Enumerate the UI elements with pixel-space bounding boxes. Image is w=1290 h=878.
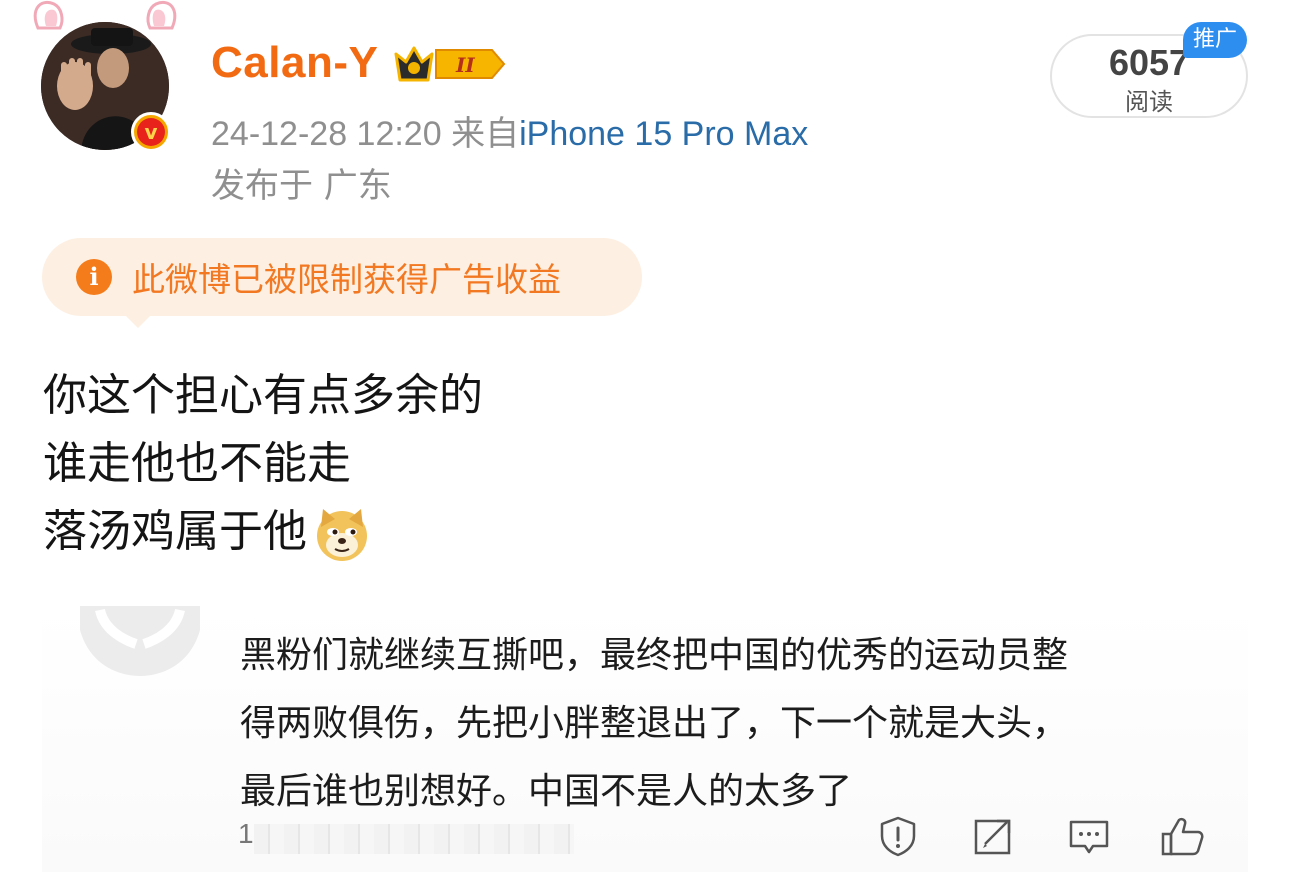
comment-line: 黑粉们就继续互撕吧，最终把中国的优秀的运动员整 (240, 635, 1069, 676)
post-location: 发布于 广东 (211, 166, 392, 206)
comment-icon (1069, 820, 1109, 854)
post-line: 落汤鸡属于他 (43, 498, 483, 566)
repost-button[interactable] (971, 814, 1015, 858)
member-level: II (455, 53, 475, 77)
verified-v-icon: v (137, 118, 165, 146)
doge-emoji-icon (317, 509, 367, 561)
like-button[interactable] (1160, 814, 1204, 858)
blurred-footer (254, 824, 574, 854)
promote-button[interactable]: 推广 (1183, 22, 1247, 58)
vip-crown-icon[interactable]: II (392, 40, 508, 88)
username[interactable]: Calan-Y (211, 38, 378, 88)
post-line-text: 落汤鸡属于他 (43, 506, 307, 557)
report-button[interactable] (876, 814, 920, 858)
report-icon (880, 816, 916, 857)
weibo-post-view: v Calan-Y II 24-12-28 12:20 来自iPhone 15 … (0, 0, 1290, 878)
comment-footer-number: 1 (238, 818, 254, 849)
verified-badge: v (131, 112, 171, 152)
ad-restriction-notice: i 此微博已被限制获得广告收益 (42, 238, 642, 328)
post-line: 谁走他也不能走 (43, 438, 351, 489)
read-label: 阅读 (1125, 88, 1173, 116)
ad-notice-text: 此微博已被限制获得广告收益 (132, 260, 561, 299)
source-prefix: 来自 (451, 115, 520, 153)
post-meta: 24-12-28 12:20 来自iPhone 15 Pro Max (211, 106, 808, 155)
like-icon (1161, 817, 1204, 856)
post-line: 你这个担心有点多余的 (43, 370, 483, 421)
commenter-avatar[interactable] (80, 606, 200, 676)
post-timestamp: 24-12-28 12:20 (211, 115, 442, 153)
post-body: 你这个担心有点多余的 谁走他也不能走 落汤鸡属于他 (43, 362, 483, 566)
info-icon: i (76, 259, 112, 295)
device-link[interactable]: iPhone 15 Pro Max (519, 115, 808, 153)
comment-line: 得两败俱伤，先把小胖整退出了，下一个就是大头， (240, 703, 1069, 744)
comment-button[interactable] (1067, 814, 1111, 858)
repost-icon (974, 819, 1011, 855)
quoted-comment-text: 黑粉们就继续互撕吧，最终把中国的优秀的运动员整 得两败俱伤，先把小胖整退出了，下… (240, 622, 1230, 826)
